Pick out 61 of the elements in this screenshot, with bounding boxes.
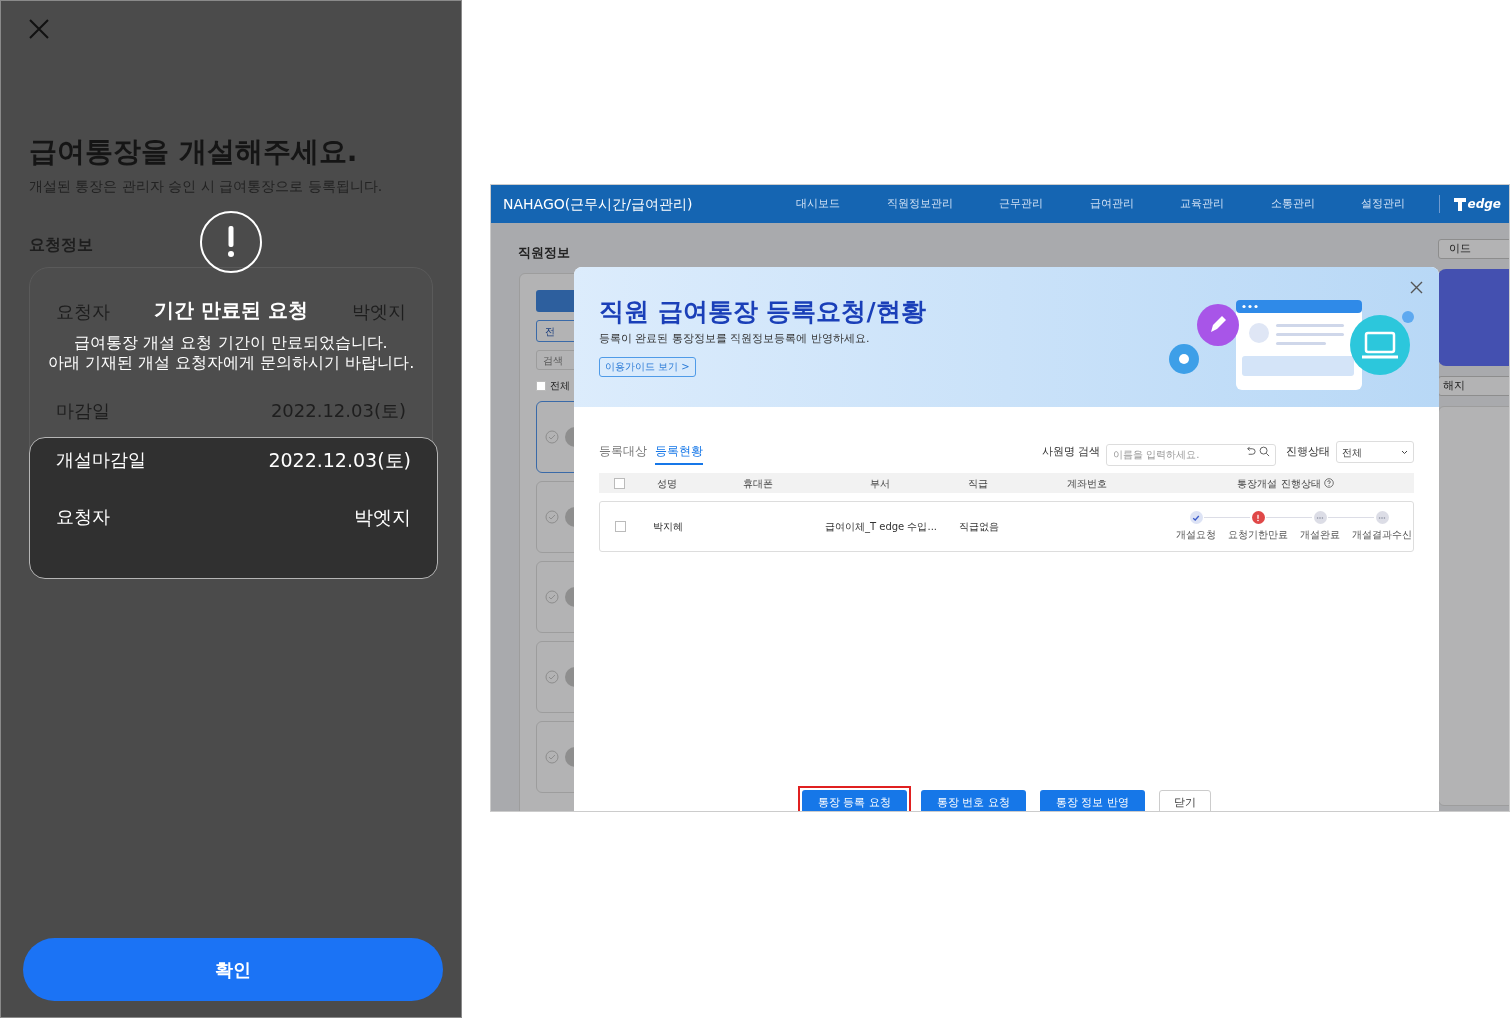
column-header: 성명	[656, 476, 678, 491]
step-label: 개설요청	[1176, 528, 1216, 542]
detail-value: 박엣지	[354, 504, 411, 530]
table-row[interactable]: 박지혜 급여이체_T edge 수입... 직급없음 개설요청 요청기한만료 개설완료 개설결과수신	[599, 501, 1414, 552]
nav-item[interactable]: 대시보드	[796, 195, 841, 213]
alert-icon	[200, 211, 262, 273]
guide-button[interactable]: 이드	[1438, 239, 1509, 259]
detail-label: 개설마감일	[56, 448, 146, 472]
checkbox[interactable]	[536, 380, 546, 391]
guide-button[interactable]: 이용가이드 보기 >	[599, 356, 696, 377]
alert-message: 아래 기재된 개설 요청자에게 문의하시기 바랍니다.	[47, 353, 415, 373]
tab[interactable]: 등록대상	[599, 442, 647, 465]
search-label: 사원명 검색	[1041, 443, 1100, 460]
alert-message: 급여통장 개설 요청 기간이 만료되었습니다.	[74, 333, 388, 353]
page-title: 직원정보	[518, 244, 570, 262]
table-cell-text: 박지혜	[652, 520, 684, 534]
checkbox[interactable]	[613, 477, 625, 489]
checkbox[interactable]	[614, 521, 626, 532]
check-circle-icon	[545, 670, 559, 684]
detail-value: 2022.12.03(토)	[268, 448, 411, 473]
column-header: 부서	[869, 476, 891, 491]
chevron-down-icon	[1401, 449, 1408, 455]
status-label: 진행상태	[1286, 443, 1330, 460]
nav-item[interactable]: 근무관리	[999, 195, 1044, 213]
close-icon[interactable]	[29, 19, 49, 39]
app-title: NAHAGO(근무시간/급여관리)	[503, 194, 694, 214]
search-field[interactable]: 이름을 입력하세요.	[1106, 443, 1276, 466]
step-label: 요청기한만료	[1228, 528, 1288, 542]
search-icon[interactable]	[1259, 446, 1270, 457]
nav-item[interactable]: 소통관리	[1270, 195, 1315, 213]
confirm-button[interactable]: 확인	[23, 938, 443, 1001]
check-circle-icon	[545, 430, 559, 444]
check-circle-icon	[545, 590, 559, 604]
table-cell-text: 급여이체_T edge 수입...	[824, 520, 938, 534]
check-circle-icon	[545, 750, 559, 764]
nav-item[interactable]: 교육관리	[1180, 195, 1225, 213]
column-header: 통장개설 진행상태	[1237, 476, 1321, 491]
nav-item[interactable]: 급여관리	[1089, 195, 1134, 213]
step-label: 개설결과수신	[1352, 528, 1412, 542]
step-label: 개설완료	[1300, 528, 1340, 542]
logo-text: edge	[1467, 196, 1501, 213]
column-header: 계좌번호	[1066, 476, 1108, 491]
nav-item[interactable]: 직원정보관리	[886, 195, 953, 213]
refresh-icon[interactable]	[1245, 446, 1256, 457]
modal-subtitle: 등록이 완료된 통장정보를 직원정보등록에 반영하세요.	[599, 331, 870, 347]
help-icon[interactable]	[1323, 478, 1334, 488]
check-circle-icon	[545, 510, 559, 524]
tab[interactable]: 등록현황	[655, 442, 703, 465]
column-header: 직급	[967, 476, 989, 491]
nav-item[interactable]: 설정관리	[1361, 195, 1406, 213]
checkbox-label: 전체	[550, 379, 570, 393]
logo-icon	[1453, 197, 1466, 211]
column-header: 휴대폰	[742, 476, 774, 491]
modal-title: 직원 급여통장 등록요청/현황	[599, 297, 926, 327]
alert-title: 기간 만료된 요청	[154, 297, 308, 324]
table-cell-text: 직급없음	[958, 520, 1000, 534]
action-button[interactable]: 통장 등록 요청	[798, 786, 911, 811]
detail-label: 요청자	[56, 504, 110, 529]
close-icon[interactable]	[1410, 281, 1423, 294]
cancel-button[interactable]: 해지	[1438, 376, 1509, 396]
status-select[interactable]: 전체	[1336, 441, 1414, 463]
